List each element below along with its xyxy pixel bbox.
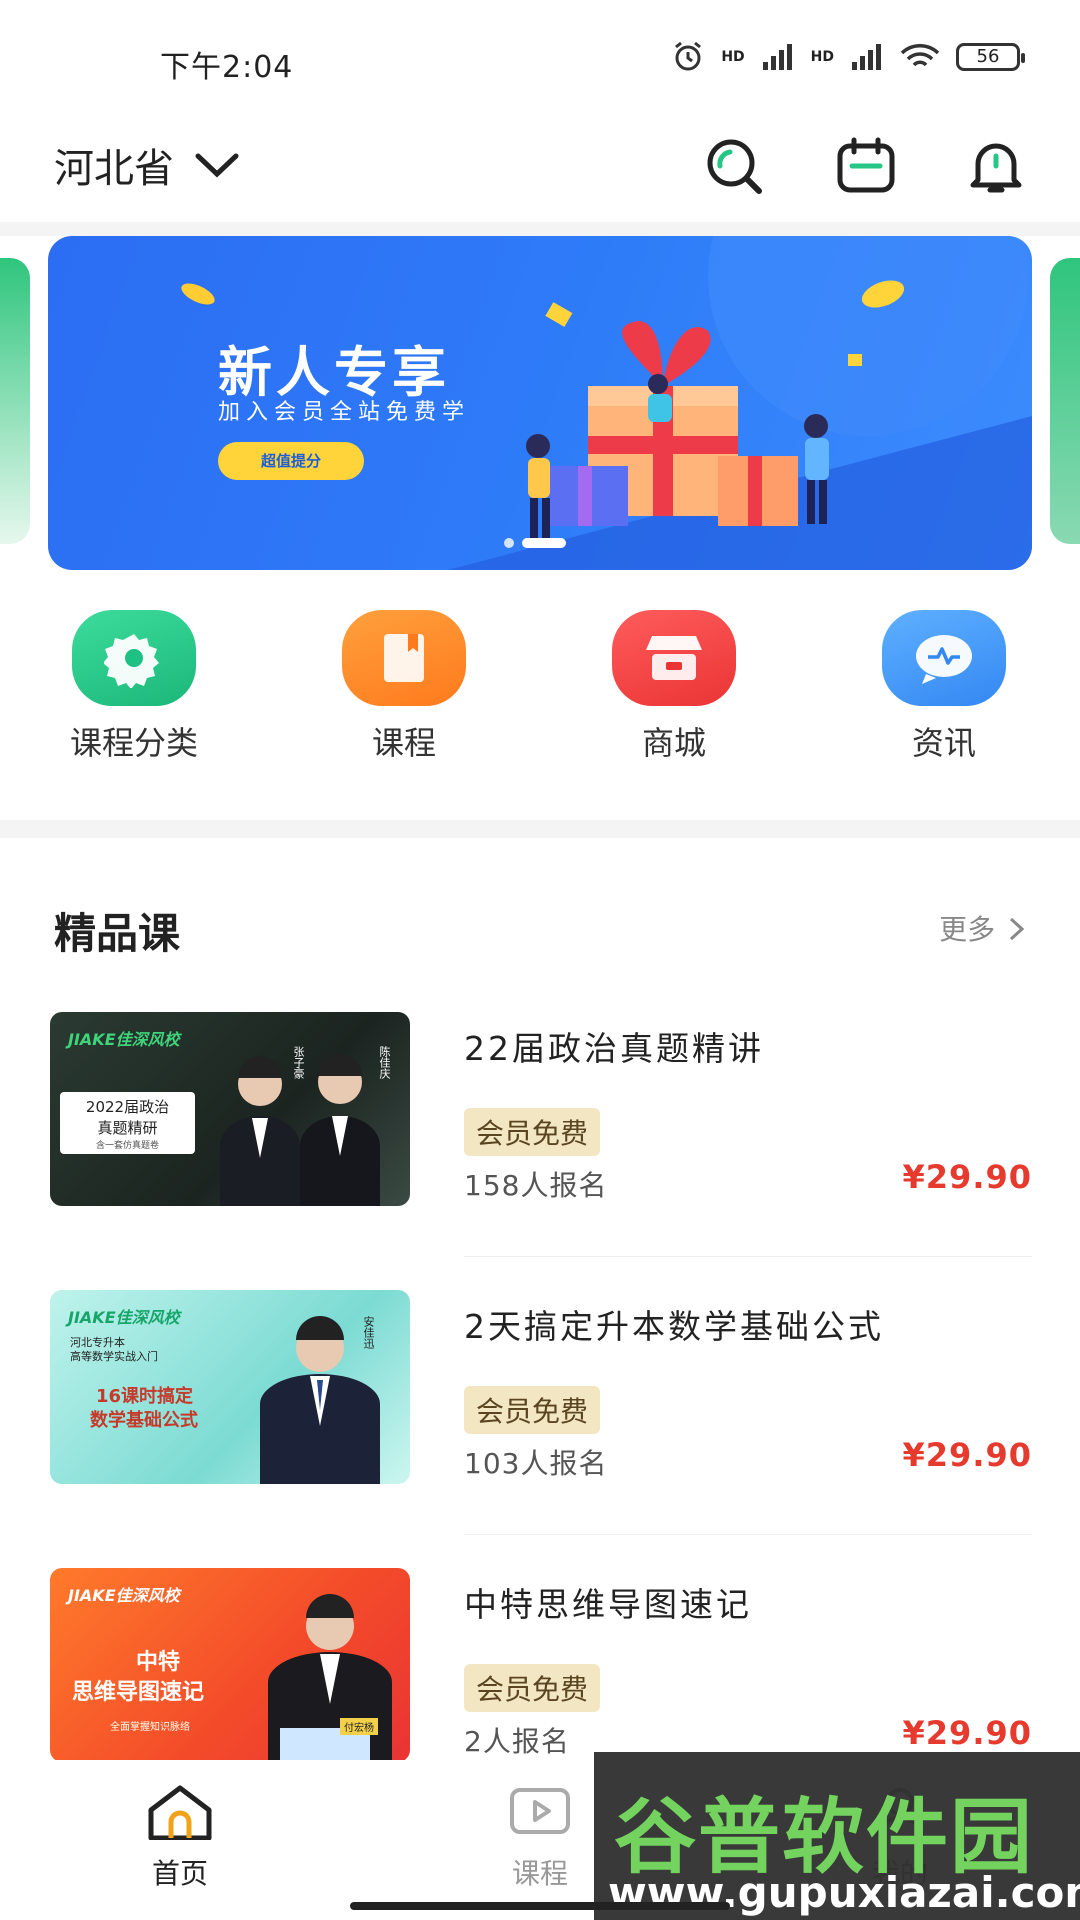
teacher-name: 安佳迅 bbox=[362, 1316, 375, 1349]
more-link[interactable]: 更多 bbox=[939, 908, 1026, 948]
course-thumbnail: JIAKE佳深风校 中特 思维导图速记 全面掌握知识脉络 付宏杨 bbox=[50, 1568, 410, 1762]
province-selector[interactable]: 河北省 bbox=[54, 136, 240, 194]
header-divider bbox=[0, 222, 1080, 236]
nav-label: 商城 bbox=[641, 724, 706, 762]
course-price: ¥29.90 bbox=[902, 1714, 1032, 1752]
course-price: ¥29.90 bbox=[902, 1158, 1032, 1196]
gear-icon bbox=[72, 610, 196, 706]
course-thumbnail: JIAKE佳深风校 2022届政治 真题精研 含一套仿真题卷 张子豪 陈佳庆 bbox=[50, 1012, 410, 1206]
more-label: 更多 bbox=[939, 913, 996, 946]
banner-illustration bbox=[181, 236, 1032, 570]
section-divider bbox=[0, 820, 1080, 838]
chevron-down-icon bbox=[195, 153, 239, 178]
course-card-1[interactable]: JIAKE佳深风校 2022届政治 真题精研 含一套仿真题卷 张子豪 陈佳庆 2… bbox=[50, 1012, 1032, 1212]
tab-label: 首页 bbox=[151, 1857, 208, 1890]
course-title: 2天搞定升本数学基础公式 bbox=[464, 1307, 884, 1346]
nav-label: 资讯 bbox=[911, 724, 976, 762]
enroll-count: 103人报名 bbox=[464, 1447, 608, 1480]
thumb-line1: 中特 bbox=[136, 1650, 181, 1675]
nav-course-category[interactable]: 课程分类 bbox=[34, 610, 234, 764]
thumb-line4: 数学基础公式 bbox=[90, 1410, 198, 1431]
section-title: 精品课 bbox=[54, 909, 181, 958]
nav-course[interactable]: 课程 bbox=[304, 610, 504, 764]
thumb-line3: 含一套仿真题卷 bbox=[95, 1141, 159, 1151]
thumb-line3: 16课时搞定 bbox=[96, 1386, 194, 1407]
bell-icon[interactable] bbox=[964, 134, 1028, 198]
wifi-icon bbox=[900, 44, 940, 67]
quick-nav: 课程分类 课程 商城 资讯 bbox=[0, 610, 1080, 780]
banner-dot-active[interactable] bbox=[522, 538, 566, 548]
thumb-brand: JIAKE佳深风校 bbox=[68, 1308, 180, 1327]
network-hd-1: HD bbox=[721, 49, 745, 65]
course-card-2[interactable]: JIAKE佳深风校 河北专升本 高等数学实战入门 16课时搞定 数学基础公式 安… bbox=[50, 1290, 1032, 1490]
teacher-name: 张子豪 bbox=[292, 1046, 305, 1079]
member-free-badge: 会员免费 bbox=[464, 1664, 601, 1712]
nav-news[interactable]: 资讯 bbox=[844, 610, 1044, 764]
course-price: ¥29.90 bbox=[902, 1436, 1032, 1474]
enroll-count: 2人报名 bbox=[464, 1725, 570, 1758]
signal-icon-2 bbox=[852, 44, 881, 70]
home-indicator bbox=[350, 1902, 730, 1910]
store-icon bbox=[612, 610, 736, 706]
tab-label: 课程 bbox=[511, 1857, 568, 1890]
teacher-photo bbox=[260, 1316, 380, 1484]
banner-dot[interactable] bbox=[504, 538, 514, 548]
course-thumbnail: JIAKE佳深风校 河北专升本 高等数学实战入门 16课时搞定 数学基础公式 安… bbox=[50, 1290, 410, 1484]
province-label: 河北省 bbox=[54, 146, 174, 192]
member-free-badge: 会员免费 bbox=[464, 1386, 601, 1434]
tab-home[interactable]: 首页 bbox=[110, 1784, 250, 1892]
thumb-brand: JIAKE佳深风校 bbox=[68, 1586, 180, 1605]
banner-subtitle: 加入会员全站免费学 bbox=[218, 400, 471, 425]
chat-icon bbox=[882, 610, 1006, 706]
nav-label: 课程 bbox=[371, 724, 436, 762]
battery-level: 56 bbox=[976, 46, 1000, 67]
signal-icon bbox=[762, 44, 792, 70]
banner-pagination bbox=[504, 538, 566, 548]
course-title: 中特思维导图速记 bbox=[464, 1585, 752, 1624]
status-icons: HD HD 56 bbox=[671, 40, 1025, 74]
row-divider bbox=[464, 1534, 1032, 1535]
thumb-line2: 真题精研 bbox=[97, 1119, 158, 1137]
promo-banner[interactable]: 新人专享 加入会员全站免费学 超值提分 bbox=[48, 236, 1032, 570]
status-bar: 下午2:04 HD HD 56 bbox=[0, 0, 1080, 110]
top-header: 河北省 bbox=[0, 110, 1080, 222]
nav-store[interactable]: 商城 bbox=[574, 610, 774, 764]
member-free-badge: 会员免费 bbox=[464, 1108, 601, 1156]
nav-label: 课程分类 bbox=[69, 724, 198, 762]
thumb-brand: JIAKE佳深风校 bbox=[68, 1030, 180, 1049]
watermark: 谷普软件园 www.gupuxiazai.com bbox=[594, 1752, 1080, 1920]
thumb-line2: 思维导图速记 bbox=[72, 1680, 205, 1705]
course-card-3[interactable]: JIAKE佳深风校 中特 思维导图速记 全面掌握知识脉络 付宏杨 中特思维导图速… bbox=[50, 1568, 1032, 1768]
thumb-caption: 2022届政治 真题精研 含一套仿真题卷 bbox=[60, 1092, 195, 1154]
course-title: 22届政治真题精讲 bbox=[464, 1029, 764, 1068]
play-icon bbox=[510, 1788, 570, 1834]
banner-prev-peek[interactable] bbox=[0, 258, 30, 544]
status-time: 下午2:04 bbox=[160, 50, 294, 85]
teacher-name: 陈佳庆 bbox=[378, 1046, 391, 1079]
teacher-photo bbox=[268, 1594, 392, 1762]
tab-courses[interactable]: 课程 bbox=[470, 1784, 610, 1892]
battery-indicator: 56 bbox=[956, 43, 1025, 71]
thumb-line2: 高等数学实战入门 bbox=[70, 1350, 158, 1363]
enroll-count: 158人报名 bbox=[464, 1169, 608, 1202]
book-icon bbox=[342, 610, 466, 706]
chevron-right-icon bbox=[1009, 917, 1025, 941]
home-icon bbox=[148, 1785, 212, 1841]
network-hd-2: HD bbox=[810, 49, 834, 65]
banner-cta-button[interactable]: 超值提分 bbox=[218, 442, 364, 480]
thumb-line3: 全面掌握知识脉络 bbox=[110, 1722, 190, 1733]
thumb-line1: 2022届政治 bbox=[85, 1098, 170, 1116]
calendar-icon[interactable] bbox=[834, 134, 898, 198]
search-icon[interactable] bbox=[702, 134, 766, 198]
banner-next-peek[interactable] bbox=[1050, 258, 1080, 544]
row-divider bbox=[464, 1256, 1032, 1257]
teacher-name: 付宏杨 bbox=[340, 1718, 378, 1735]
alarm-icon bbox=[675, 41, 702, 71]
